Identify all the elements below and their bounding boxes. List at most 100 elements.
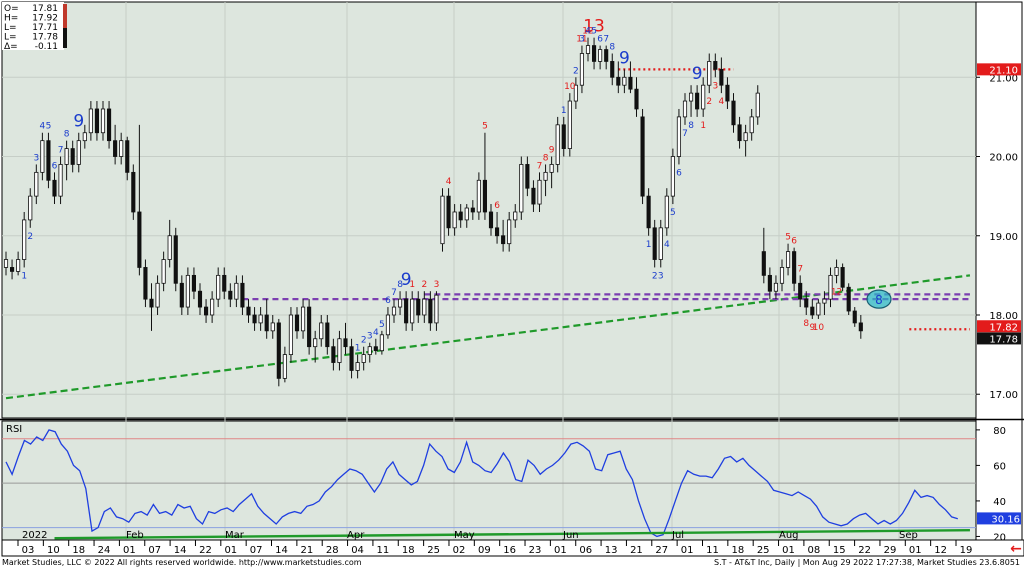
candle[interactable] (737, 124, 742, 142)
candle[interactable] (404, 298, 409, 324)
candle[interactable] (52, 179, 57, 197)
candle[interactable] (743, 132, 748, 142)
candle[interactable] (707, 61, 712, 86)
candle[interactable] (652, 227, 657, 260)
candle[interactable] (179, 282, 184, 308)
candle[interactable] (282, 354, 287, 379)
candle[interactable] (761, 251, 766, 276)
candle[interactable] (488, 211, 494, 229)
candle[interactable] (300, 306, 306, 332)
candle[interactable] (519, 164, 524, 213)
candle[interactable] (767, 274, 772, 292)
candle[interactable] (804, 298, 809, 308)
candle[interactable] (367, 346, 372, 356)
candle[interactable] (64, 148, 69, 165)
candle[interactable] (167, 235, 172, 260)
candle[interactable] (337, 338, 342, 363)
candle[interactable] (798, 282, 803, 300)
candle[interactable] (428, 298, 433, 324)
candle[interactable] (682, 100, 688, 118)
candle[interactable] (537, 179, 542, 205)
candle[interactable] (822, 298, 827, 304)
candle[interactable] (494, 227, 500, 237)
candle[interactable] (755, 92, 760, 118)
candle[interactable] (616, 76, 621, 86)
candle[interactable] (228, 290, 233, 300)
candle[interactable] (688, 92, 694, 102)
candle[interactable] (70, 148, 75, 165)
candle[interactable] (28, 195, 33, 221)
candle[interactable] (507, 219, 512, 245)
candle[interactable] (379, 334, 384, 352)
candle[interactable] (476, 179, 481, 213)
candle[interactable] (76, 140, 81, 165)
candle[interactable] (446, 195, 451, 229)
candle[interactable] (106, 108, 112, 142)
candle[interactable] (313, 338, 318, 348)
candle[interactable] (88, 108, 93, 134)
candle[interactable] (779, 267, 785, 284)
candle[interactable] (410, 298, 415, 324)
candle[interactable] (197, 290, 203, 308)
candle[interactable] (46, 140, 51, 181)
candle[interactable] (82, 132, 87, 142)
candle[interactable] (670, 156, 675, 197)
candle[interactable] (173, 235, 178, 284)
candle[interactable] (464, 207, 469, 221)
candle[interactable] (416, 298, 421, 316)
candle[interactable] (701, 84, 706, 110)
candle[interactable] (622, 76, 627, 86)
candle[interactable] (216, 274, 221, 300)
candle[interactable] (591, 45, 597, 62)
candle[interactable] (391, 306, 397, 316)
candle[interactable] (470, 207, 475, 213)
candle[interactable] (94, 108, 100, 134)
candle[interactable] (858, 322, 863, 332)
candle[interactable] (58, 164, 63, 197)
candle[interactable] (543, 171, 548, 181)
candle[interactable] (355, 362, 360, 371)
candle[interactable] (210, 298, 215, 316)
candle[interactable] (513, 211, 518, 221)
candle[interactable] (731, 100, 736, 126)
candle[interactable] (252, 314, 257, 324)
candle[interactable] (185, 274, 190, 308)
candle[interactable] (240, 282, 245, 308)
candle[interactable] (288, 314, 294, 356)
candle[interactable] (610, 61, 615, 78)
candle[interactable] (452, 211, 457, 229)
candle[interactable] (113, 140, 118, 157)
candle[interactable] (695, 92, 700, 110)
candle[interactable] (149, 298, 154, 308)
candle[interactable] (840, 267, 845, 288)
candle[interactable] (361, 354, 366, 363)
candle[interactable] (598, 49, 603, 62)
candle[interactable] (567, 100, 572, 149)
candle[interactable] (555, 124, 560, 165)
candle[interactable] (646, 195, 651, 229)
candle[interactable] (640, 116, 645, 197)
candle[interactable] (585, 45, 591, 54)
candle[interactable] (125, 140, 130, 173)
candle[interactable] (34, 171, 39, 197)
candle[interactable] (852, 310, 857, 324)
candle[interactable] (664, 195, 669, 229)
candle[interactable] (9, 267, 15, 272)
candle[interactable] (634, 88, 639, 110)
candle[interactable] (834, 267, 839, 276)
candle[interactable] (385, 314, 391, 336)
candle[interactable] (725, 84, 730, 102)
candle[interactable] (501, 235, 506, 245)
candle[interactable] (531, 187, 536, 205)
candle[interactable] (191, 274, 197, 292)
candle[interactable] (119, 140, 124, 157)
candle[interactable] (422, 298, 427, 316)
candle[interactable] (40, 140, 45, 173)
candle[interactable] (676, 116, 682, 157)
candle[interactable] (792, 251, 797, 284)
candle[interactable] (773, 282, 779, 292)
candle[interactable] (203, 306, 209, 316)
candle[interactable] (373, 346, 378, 352)
candle[interactable] (579, 53, 585, 86)
candle[interactable] (276, 322, 281, 379)
